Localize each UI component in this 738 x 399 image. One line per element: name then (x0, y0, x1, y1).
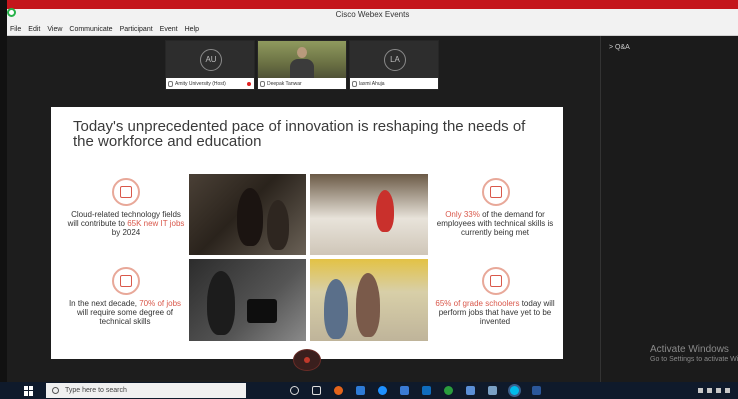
taskbar-search-input[interactable]: Type here to search (46, 383, 246, 398)
menu-file[interactable]: File (10, 26, 21, 33)
participant-tile-video[interactable]: Deepak Tanwar (257, 40, 347, 90)
slide-nav-button[interactable] (293, 349, 321, 371)
microphone-icon (168, 80, 173, 87)
activate-windows-watermark: Activate Windows Go to Settings to activ… (650, 344, 738, 363)
avatar: LA (384, 49, 406, 71)
word-icon[interactable] (532, 386, 541, 395)
stat-demand: Only 33% of the demand for employees wit… (436, 210, 554, 237)
menu-event[interactable]: Event (160, 26, 178, 33)
mail-icon[interactable] (422, 386, 431, 395)
chrome-icon[interactable] (444, 386, 453, 395)
firefox-icon[interactable] (334, 386, 343, 395)
webex-logo-icon (7, 8, 16, 17)
notification-icon[interactable] (725, 388, 730, 393)
top-red-strip (0, 0, 738, 9)
trend-chart-icon (112, 178, 140, 206)
menu-help[interactable]: Help (185, 26, 199, 33)
search-icon (52, 387, 59, 394)
menu-edit[interactable]: Edit (28, 26, 40, 33)
qa-panel-toggle[interactable]: > Q&A (609, 44, 630, 51)
participant-name-strip: Deepak Tanwar (258, 78, 346, 89)
microphone-icon (260, 80, 265, 87)
webex-taskbar-icon[interactable] (510, 386, 519, 395)
people-network-icon (112, 267, 140, 295)
participant-name: laxmi Ahuja (359, 80, 385, 87)
muted-icon (247, 81, 251, 86)
stat-grade-schoolers: 65% of grade schoolers today will perfor… (435, 299, 555, 326)
cortana-icon[interactable] (290, 386, 299, 395)
system-tray (694, 388, 730, 393)
microphone-icon (352, 80, 357, 87)
screen: Cisco Webex Events File Edit View Commun… (0, 0, 738, 399)
side-panel: > Q&A (600, 36, 738, 382)
edge-icon[interactable] (378, 386, 387, 395)
participant-name: Deepak Tanwar (267, 80, 302, 87)
photo-two-students-computer (310, 259, 428, 341)
watermark-line-1: Activate Windows (650, 344, 729, 355)
participant-tile[interactable]: AU Amity University (Host) (165, 40, 255, 90)
graduation-cap-icon (482, 267, 510, 295)
photo-students-laptop (189, 174, 306, 255)
windows-start-icon[interactable] (24, 385, 34, 396)
store-icon[interactable] (400, 386, 409, 395)
watermark-line-2: Go to Settings to activate Windows. (650, 356, 738, 363)
window-titlebar: Cisco Webex Events (7, 9, 738, 23)
participant-tile[interactable]: LA laxmi Ahuja (349, 40, 439, 90)
task-view-icon[interactable] (312, 386, 321, 395)
window-title: Cisco Webex Events (335, 10, 410, 19)
participant-name-strip: laxmi Ahuja (350, 78, 438, 89)
menu-bar: File Edit View Communicate Participant E… (7, 23, 738, 36)
photo-woman-library (310, 174, 428, 255)
file-explorer-icon[interactable] (356, 386, 365, 395)
left-edge (0, 0, 7, 399)
demand-target-icon (482, 178, 510, 206)
search-placeholder: Type here to search (65, 387, 127, 394)
slide-title: Today's unprecedented pace of innovation… (73, 118, 526, 150)
menu-participant[interactable]: Participant (120, 26, 153, 33)
app-icon[interactable] (466, 386, 475, 395)
chevron-up-icon[interactable] (698, 388, 703, 393)
volume-icon[interactable] (716, 388, 721, 393)
avatar: AU (200, 49, 222, 71)
speaker-figure (290, 47, 314, 79)
participant-name: Amity University (Host) (175, 80, 226, 87)
stat-technical-skills: In the next decade, 70% of jobs will req… (68, 299, 182, 326)
menu-communicate[interactable]: Communicate (69, 26, 112, 33)
battery-icon[interactable] (707, 388, 712, 393)
participant-strip: AU Amity University (Host) Deepak Tanwar… (165, 40, 439, 90)
windows-taskbar: Type here to search (0, 382, 738, 399)
paint-icon[interactable] (488, 386, 497, 395)
participant-name-strip: Amity University (Host) (166, 78, 254, 89)
stat-cloud-jobs: Cloud-related technology fields will con… (67, 210, 185, 237)
shared-slide: Today's unprecedented pace of innovation… (51, 107, 563, 359)
photo-student-tablet (189, 259, 306, 341)
menu-view[interactable]: View (47, 26, 62, 33)
